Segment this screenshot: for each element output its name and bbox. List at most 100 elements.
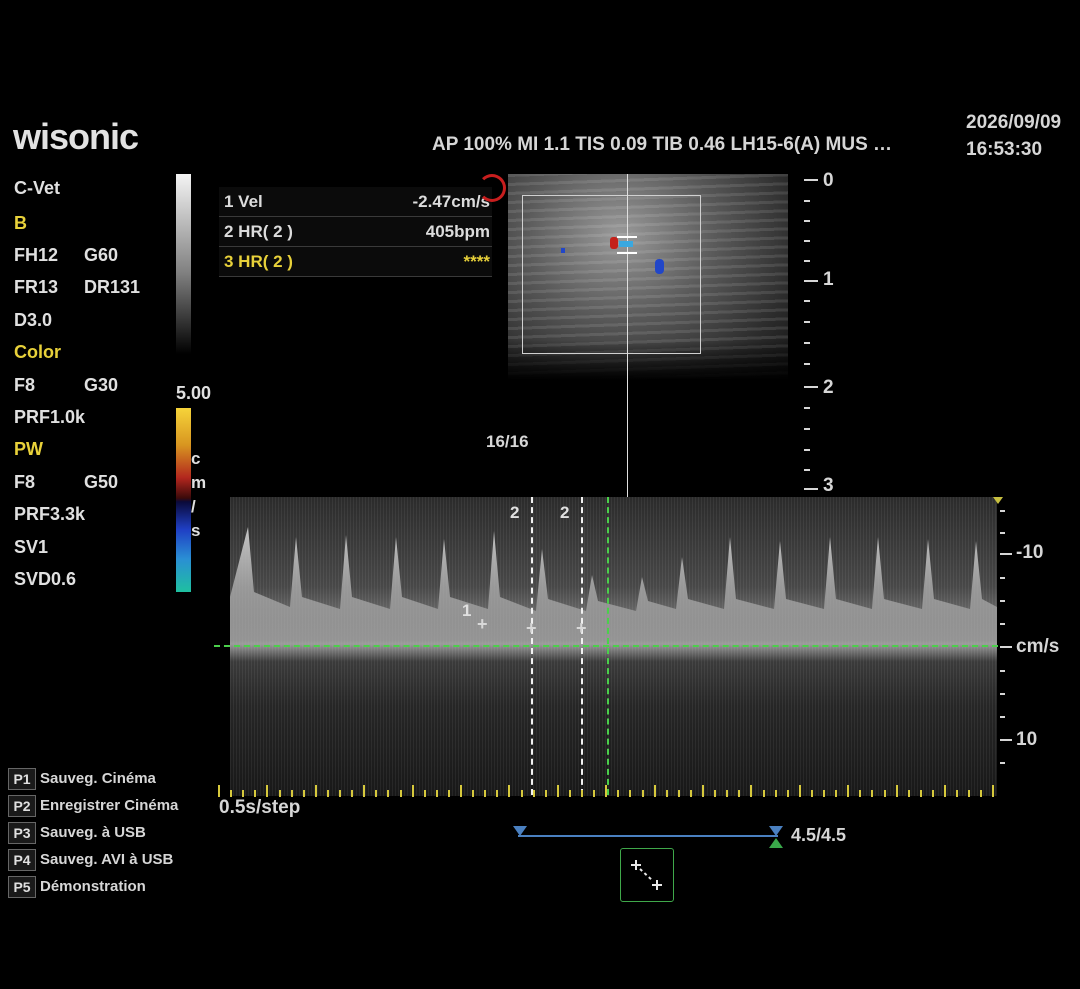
- time-tick: [278, 790, 281, 797]
- caliper-tool-button[interactable]: [620, 848, 674, 902]
- time-tick: [218, 785, 220, 797]
- measurement-row[interactable]: 2 HR( 2 ) 405bpm: [219, 217, 492, 247]
- preset-save-usb[interactable]: P3 Sauveg. à USB: [8, 819, 178, 846]
- color-velocity-bar: [176, 408, 191, 592]
- cine-position-marker[interactable]: [769, 838, 783, 848]
- time-tick: [859, 790, 862, 797]
- preset-record-cine[interactable]: P2 Enregistrer Cinéma: [8, 792, 178, 819]
- cine-position-label: 4.5/4.5: [791, 825, 847, 845]
- depth-tick: [804, 386, 818, 388]
- time-tick: [629, 790, 632, 797]
- time-tick: [883, 790, 886, 797]
- time-tick: [411, 785, 414, 797]
- depth-tick: [804, 300, 810, 302]
- depth-tick: [804, 179, 818, 181]
- caliper-cross[interactable]: +: [477, 614, 488, 635]
- caliper-icon: [631, 860, 662, 890]
- velocity-label: 10: [1016, 729, 1038, 750]
- pw-mode-title: PW: [14, 439, 43, 459]
- color-unit-char: s: [191, 521, 201, 540]
- b-mode-frequency: FH12: [14, 245, 59, 265]
- velocity-tick: [1000, 600, 1005, 602]
- b-mode-frame-rate: FR13: [14, 277, 59, 297]
- depth-tick: [804, 342, 810, 344]
- preset-save-avi-usb[interactable]: P4 Sauveg. AVI à USB: [8, 846, 178, 873]
- time-tick: [375, 790, 378, 797]
- caliper-line[interactable]: [581, 497, 583, 795]
- preset-key: P5: [8, 875, 36, 898]
- depth-label: 1: [823, 269, 834, 290]
- measurement-table: 1 Vel -2.47cm/s 2 HR( 2 ) 405bpm 3 HR( 2…: [219, 187, 492, 277]
- preset-label: Enregistrer Cinéma: [40, 797, 179, 814]
- preset-save-cine[interactable]: P1 Sauveg. Cinéma: [8, 765, 178, 792]
- color-mode-prf: PRF1.0k: [14, 407, 86, 427]
- preset-key: P1: [8, 767, 36, 790]
- measurement-value: -2.47cm/s: [412, 191, 491, 211]
- depth-tick: [804, 488, 818, 490]
- depth-tick: [804, 363, 810, 365]
- roi-marker-icon: [478, 174, 506, 202]
- time-tick: [726, 790, 729, 797]
- datetime: 2026/09/09 16:53:30: [966, 109, 1061, 163]
- depth-tick: [804, 428, 810, 430]
- preset-label: Sauveg. Cinéma: [40, 770, 156, 787]
- cine-cursor-line[interactable]: [607, 497, 609, 795]
- date-display: 2026/09/09: [966, 112, 1062, 133]
- time-tick: [351, 790, 354, 797]
- time-display: 16:53:30: [966, 139, 1043, 160]
- preset-demonstration[interactable]: P5 Démonstration: [8, 873, 178, 900]
- time-tick: [786, 790, 789, 797]
- time-tick: [835, 790, 838, 797]
- doppler-scan-line[interactable]: [627, 174, 628, 497]
- measurement-label: 3 HR( 2 ): [224, 251, 293, 271]
- time-tick: [447, 790, 450, 797]
- cine-end-marker[interactable]: [769, 826, 783, 836]
- ultrasound-screen: wisonic AP 100% MI 1.1 TIS 0.09 TIB 0.46…: [0, 0, 1080, 989]
- time-tick: [617, 790, 620, 797]
- measurement-row-active[interactable]: 3 HR( 2 ) ****: [219, 247, 492, 277]
- velocity-tick: [1000, 510, 1005, 512]
- time-tick: [242, 790, 245, 797]
- sample-volume-gate[interactable]: [617, 236, 637, 254]
- caliper-cross[interactable]: +: [576, 618, 587, 639]
- time-tick: [931, 790, 934, 797]
- caliper-line[interactable]: [531, 497, 533, 795]
- preset-key: P4: [8, 848, 36, 871]
- grayscale-bar: [176, 174, 191, 354]
- color-mode-gain: G30: [84, 375, 119, 395]
- cine-slider-track[interactable]: [518, 835, 778, 837]
- color-mode-frequency: F8: [14, 375, 36, 395]
- depth-ruler: 0 1 2 3: [804, 170, 844, 496]
- time-tick: [532, 790, 535, 797]
- measurement-row[interactable]: 1 Vel -2.47cm/s: [219, 187, 492, 217]
- time-tick: [689, 790, 692, 797]
- time-tick: [823, 790, 825, 797]
- spectrum-baseline[interactable]: [214, 645, 998, 647]
- time-tick: [339, 790, 341, 797]
- time-tick: [568, 790, 571, 797]
- caliper-label: 2: [510, 503, 520, 522]
- time-tick: [968, 790, 971, 797]
- velocity-tick: [1000, 623, 1005, 625]
- preset-key: P3: [8, 821, 36, 844]
- depth-label: 2: [823, 377, 834, 398]
- time-tick: [363, 785, 366, 797]
- frame-counter: 16/16: [486, 432, 529, 451]
- caliper-cross[interactable]: +: [526, 618, 537, 639]
- time-tick: [290, 790, 293, 797]
- time-tick: [435, 790, 438, 797]
- time-tick: [750, 785, 753, 797]
- velocity-tick: [1000, 532, 1005, 534]
- velocity-tick: [1000, 670, 1005, 672]
- b-mode-title: B: [14, 213, 27, 233]
- time-tick: [581, 790, 583, 797]
- color-roi-box[interactable]: [522, 195, 701, 354]
- preset-label: Démonstration: [40, 878, 146, 895]
- measurement-label: 2 HR( 2 ): [224, 221, 293, 241]
- preset-label: Sauveg. à USB: [40, 824, 146, 841]
- cine-start-marker[interactable]: [513, 826, 527, 836]
- marker-label: 1: [462, 601, 472, 620]
- measurement-value: 405bpm: [425, 221, 490, 241]
- time-tick: [774, 790, 777, 797]
- velocity-tick: [1000, 739, 1012, 741]
